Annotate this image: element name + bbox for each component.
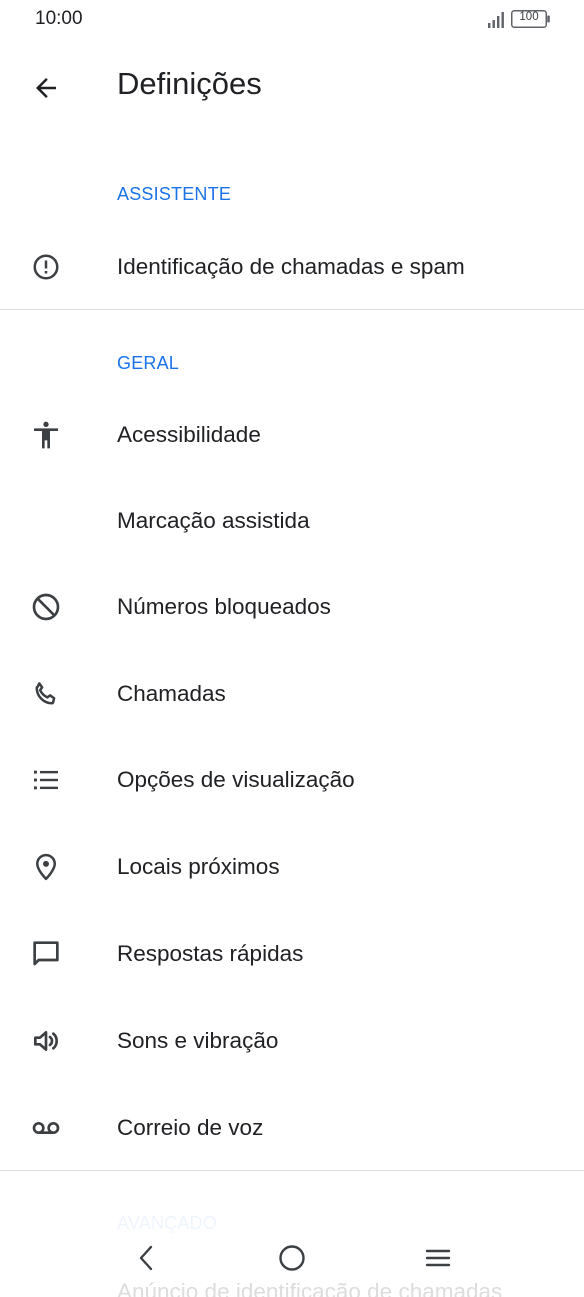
nav-back-button[interactable] [121, 1234, 171, 1282]
menu-icon [425, 1249, 451, 1267]
voicemail-icon [28, 1110, 64, 1146]
settings-screen: 10:00 100 Definições ASSISTENTE Identifi… [0, 0, 584, 1297]
settings-item-sounds-vibration[interactable]: Sons e vibração [0, 998, 584, 1084]
location-pin-icon [28, 849, 64, 885]
battery-level: 100 [519, 11, 539, 23]
phone-icon [28, 676, 64, 712]
settings-item-label: Chamadas [117, 681, 226, 706]
list-icon [28, 762, 64, 798]
settings-item-blocked-numbers[interactable]: Números bloqueados [0, 564, 584, 650]
settings-item-label: Números bloqueados [117, 594, 331, 619]
section-divider [0, 1170, 584, 1171]
section-header-general: GERAL [117, 353, 180, 373]
settings-item-label: Sons e vibração [117, 1028, 279, 1053]
nav-menu-button[interactable] [413, 1234, 463, 1282]
status-bar: 10:00 100 [0, 0, 584, 38]
settings-item-label: Marcação assistida [117, 508, 310, 533]
settings-item-label: Identificação de chamadas e spam [117, 254, 465, 279]
volume-icon [28, 1023, 64, 1059]
settings-item-nearby-places[interactable]: Locais próximos [0, 824, 584, 910]
page-title: Definições [117, 66, 262, 101]
section-divider [0, 309, 584, 310]
signal-icon [488, 12, 504, 28]
settings-item-quick-responses[interactable]: Respostas rápidas [0, 911, 584, 997]
accessibility-icon [28, 417, 64, 453]
alert-circle-icon [28, 249, 64, 285]
settings-item-assisted-dialing[interactable]: Marcação assistida [0, 478, 584, 564]
settings-item-accessibility[interactable]: Acessibilidade [0, 392, 584, 478]
settings-item-display-options[interactable]: Opções de visualização [0, 737, 584, 823]
arrow-back-icon [36, 78, 56, 98]
settings-item-label: Correio de voz [117, 1115, 264, 1140]
settings-item-label: Locais próximos [117, 854, 280, 879]
settings-item-label: Acessibilidade [117, 422, 261, 447]
settings-item-caller-id-spam[interactable]: Identificação de chamadas e spam [0, 224, 584, 310]
message-icon [28, 936, 64, 972]
back-icon [139, 1245, 153, 1271]
status-time: 10:00 [35, 8, 83, 29]
battery-icon: 100 [511, 10, 551, 28]
home-icon [279, 1245, 305, 1271]
navigation-bar [0, 1228, 584, 1288]
settings-item-voicemail[interactable]: Correio de voz [0, 1085, 584, 1171]
section-header-assistant: ASSISTENTE [117, 184, 232, 204]
settings-item-calls[interactable]: Chamadas [0, 651, 584, 737]
back-button[interactable] [20, 66, 72, 110]
settings-item-label: Opções de visualização [117, 767, 355, 792]
block-icon [28, 589, 64, 625]
app-bar: Definições [0, 50, 584, 130]
nav-home-button[interactable] [267, 1234, 317, 1282]
settings-item-label: Respostas rápidas [117, 941, 304, 966]
